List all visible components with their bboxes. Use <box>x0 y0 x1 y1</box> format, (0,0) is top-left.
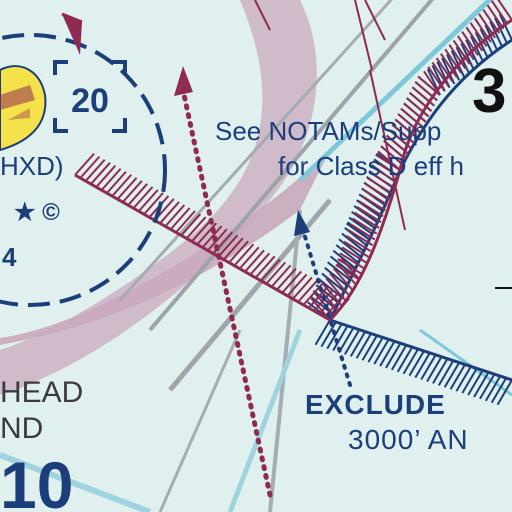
exclude-text-line1: EXCLUDE <box>305 389 446 420</box>
top-right-number: 3 <box>472 57 506 126</box>
notams-text-line1: See NOTAMs/Supp <box>215 116 441 146</box>
grid-number: 10 <box>0 448 73 512</box>
airport-symbols: ★ © <box>14 199 60 226</box>
airport-id-label: HXD) <box>0 151 64 181</box>
sectional-chart: 3 20 See NOTAMs/Supp for Class D eff h H… <box>0 0 512 512</box>
airport-elev-partial: 4 <box>2 242 17 272</box>
exclude-text-line2: 3000’ AN <box>348 424 469 455</box>
chart-canvas: 3 20 See NOTAMs/Supp for Class D eff h H… <box>0 0 512 512</box>
box-number: 20 <box>71 82 109 120</box>
place-name-line1: HEAD <box>0 376 83 409</box>
place-name-line2: ND <box>0 412 43 445</box>
notams-text-line2: for Class D eff h <box>278 151 464 181</box>
